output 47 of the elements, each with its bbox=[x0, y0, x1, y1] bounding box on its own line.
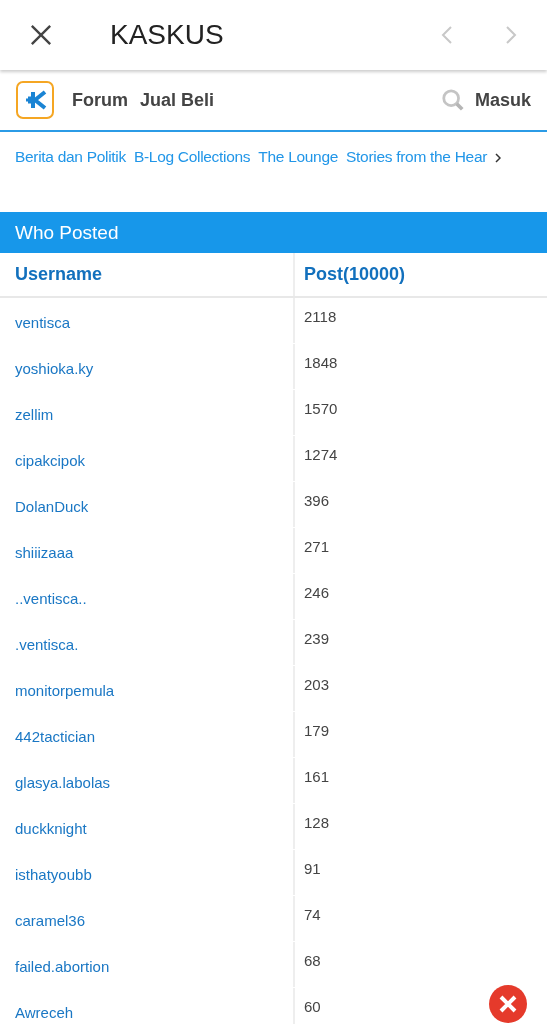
login-link[interactable]: Masuk bbox=[474, 89, 531, 111]
username-link[interactable]: ventisca bbox=[15, 314, 71, 331]
username-link[interactable]: ..ventisca.. bbox=[15, 590, 87, 607]
panel-title: Who Posted bbox=[15, 221, 119, 244]
post-count: 128 bbox=[304, 814, 330, 831]
username-link[interactable]: shiiizaaa bbox=[15, 544, 74, 561]
post-count: 203 bbox=[304, 676, 330, 693]
close-icon[interactable] bbox=[30, 24, 52, 46]
username-link[interactable]: zellim bbox=[15, 406, 54, 423]
search-icon[interactable] bbox=[440, 88, 465, 112]
post-count: 161 bbox=[304, 768, 330, 785]
post-count: 74 bbox=[304, 906, 321, 923]
username-link[interactable]: Awreceh bbox=[15, 1004, 74, 1021]
username-link[interactable]: cipakcipok bbox=[15, 452, 86, 469]
username-link[interactable]: caramel36 bbox=[15, 912, 86, 929]
username-link[interactable]: .ventisca. bbox=[15, 636, 79, 653]
username-link[interactable]: glasya.labolas bbox=[15, 774, 111, 791]
category-link[interactable]: Stories from the Hear bbox=[346, 148, 488, 166]
page-title: KASKUS bbox=[110, 19, 225, 51]
username-link[interactable]: isthatyoubb bbox=[15, 866, 92, 883]
username-link[interactable]: duckknight bbox=[15, 820, 87, 837]
post-count: 68 bbox=[304, 952, 321, 969]
username-link[interactable]: 442tactician bbox=[15, 728, 96, 745]
close-icon[interactable] bbox=[488, 984, 528, 1024]
post-count: 271 bbox=[304, 538, 330, 555]
post-count: 91 bbox=[304, 860, 321, 877]
post-count: 1570 bbox=[304, 400, 338, 417]
username-link[interactable]: DolanDuck bbox=[15, 498, 89, 515]
post-count: 396 bbox=[304, 492, 330, 509]
post-count: 246 bbox=[304, 584, 330, 601]
category-link[interactable]: Berita dan Politik bbox=[15, 148, 126, 166]
column-header: Post(10000) bbox=[303, 263, 407, 286]
username-link[interactable]: failed.abortion bbox=[15, 958, 110, 975]
username-link[interactable]: yoshioka.ky bbox=[15, 360, 94, 377]
post-count: 179 bbox=[304, 722, 330, 739]
post-count: 1848 bbox=[304, 354, 338, 371]
post-count: 239 bbox=[304, 630, 330, 647]
category-link[interactable]: The Lounge bbox=[258, 148, 339, 166]
nav-link[interactable]: Jual Beli bbox=[140, 89, 215, 111]
post-count: 2118 bbox=[304, 308, 337, 325]
post-count: 1274 bbox=[304, 446, 338, 463]
category-link[interactable]: B-Log Collections bbox=[133, 148, 251, 166]
post-count: 60 bbox=[304, 998, 321, 1015]
logo-icon[interactable] bbox=[16, 81, 54, 119]
username-link[interactable]: monitorpemula bbox=[15, 682, 115, 699]
column-header: Username bbox=[0, 253, 295, 296]
nav-link[interactable]: Forum bbox=[72, 89, 128, 111]
